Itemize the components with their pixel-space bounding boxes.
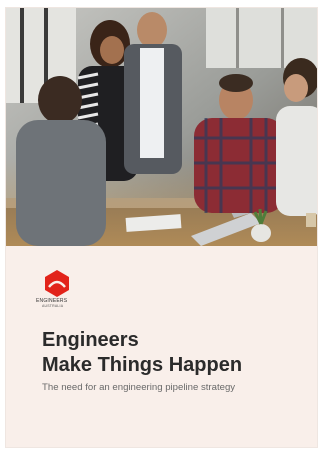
logo-subtext: AUSTRALIA <box>42 304 64 308</box>
hero-photo <box>6 8 317 246</box>
engineers-australia-logo: ENGINEERS AUSTRALIA <box>36 268 82 308</box>
engineers-australia-logo-icon <box>45 270 69 297</box>
page-subtitle: The need for an engineering pipeline str… <box>42 382 236 393</box>
page-title: Engineers Make Things Happen <box>42 328 242 378</box>
report-cover: ENGINEERS AUSTRALIA Engineers Make Thing… <box>5 7 318 448</box>
title-line-2: Make Things Happen <box>42 354 243 376</box>
title-line-1: Engineers <box>42 329 139 351</box>
team-meeting-photo <box>6 8 317 246</box>
